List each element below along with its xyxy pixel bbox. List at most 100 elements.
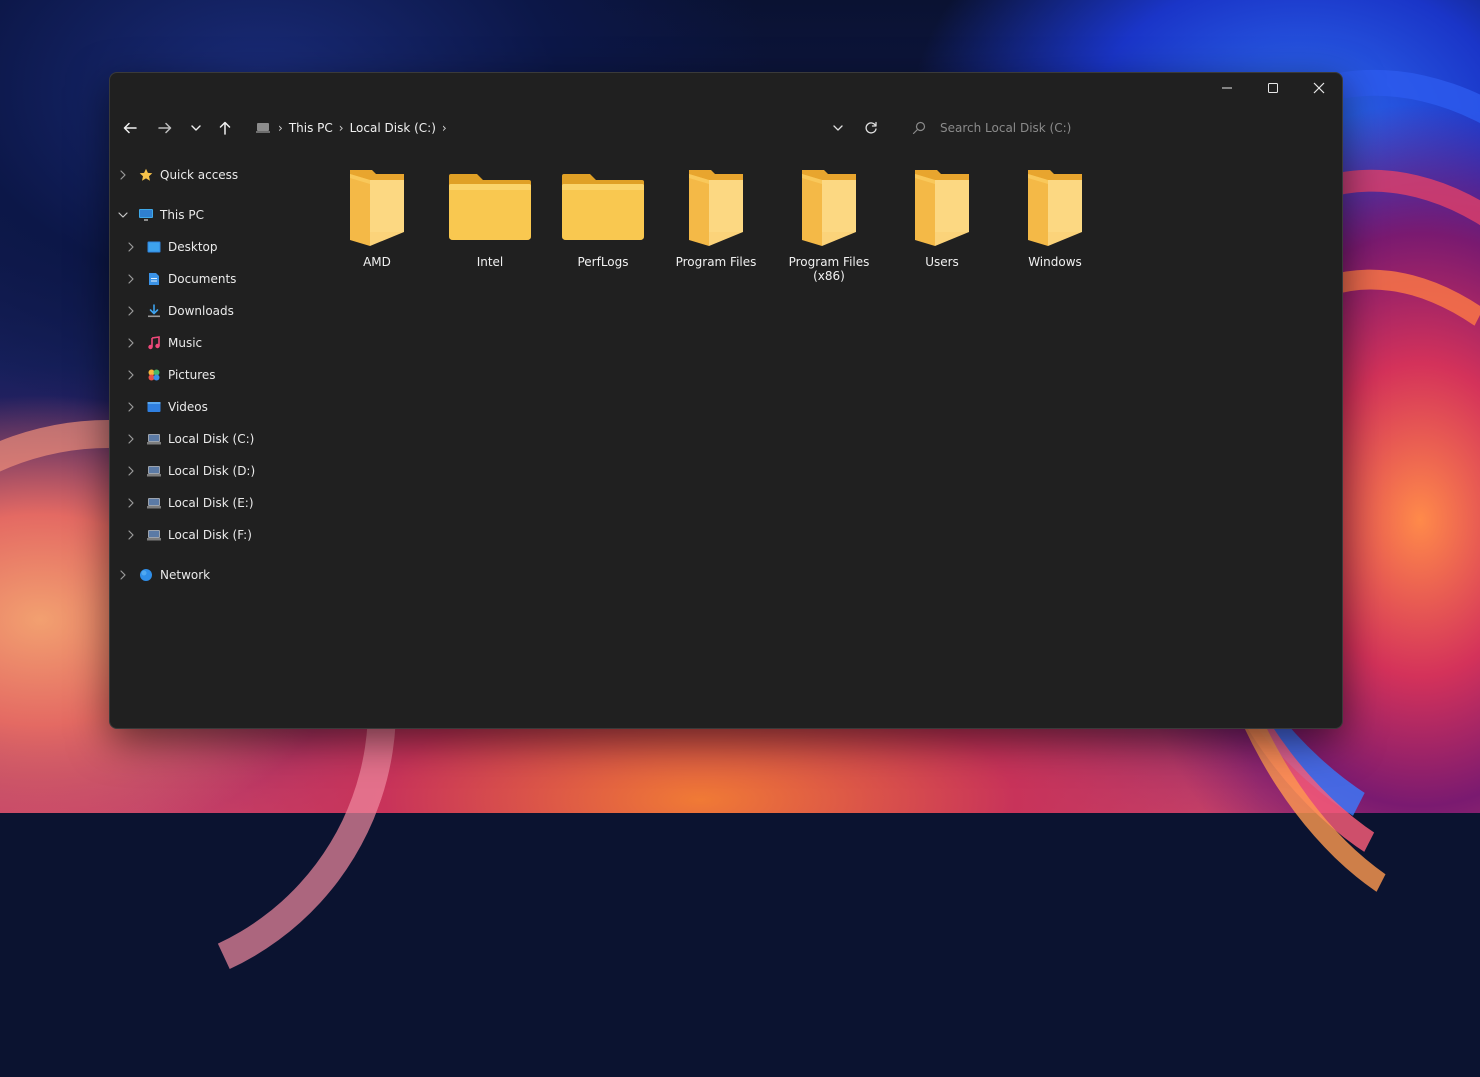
sidebar-item-documents[interactable]: Documents	[124, 267, 236, 291]
sidebar-item-label: Desktop	[168, 240, 218, 254]
chevron-right-icon[interactable]	[116, 170, 130, 180]
minimize-icon	[1222, 87, 1232, 89]
chevron-right-icon[interactable]	[124, 434, 138, 444]
sidebar-item-label: Music	[168, 336, 203, 350]
folder-item[interactable]: AMD	[327, 163, 427, 269]
chevron-right-icon[interactable]	[124, 466, 138, 476]
folder-icon	[892, 163, 992, 251]
sidebar-item-local-disk-c[interactable]: Local Disk (C:)	[124, 427, 254, 451]
chevron-right-icon[interactable]	[124, 338, 138, 348]
breadcrumb-separator[interactable]: ›	[337, 121, 346, 135]
arrow-right-icon	[158, 122, 172, 134]
breadcrumb-local-disk-c[interactable]: Local Disk (C:)	[346, 121, 440, 135]
chevron-right-icon[interactable]	[116, 570, 130, 580]
close-icon	[1313, 82, 1325, 94]
sidebar-item-downloads[interactable]: Downloads	[124, 299, 234, 323]
sidebar-item-label: This PC	[160, 208, 204, 222]
network-globe-icon	[138, 567, 154, 583]
forward-button[interactable]	[153, 116, 177, 140]
folder-icon	[1005, 163, 1105, 251]
sidebar-item-quick-access[interactable]: Quick access	[116, 163, 238, 187]
folder-name: Program Files (x86)	[788, 255, 870, 283]
window-controls	[1204, 73, 1342, 103]
back-button[interactable]	[118, 116, 142, 140]
chevron-right-icon[interactable]	[124, 370, 138, 380]
folder-item[interactable]: Intel	[440, 163, 540, 269]
sidebar-item-desktop[interactable]: Desktop	[124, 235, 218, 259]
folder-name: Intel	[476, 255, 504, 269]
sidebar-item-local-disk-e[interactable]: Local Disk (E:)	[124, 491, 254, 515]
sidebar-item-videos[interactable]: Videos	[124, 395, 208, 419]
sidebar-item-label: Downloads	[168, 304, 234, 318]
videos-icon	[146, 399, 162, 415]
folder-icon	[666, 163, 766, 251]
folder-item[interactable]: Users	[892, 163, 992, 269]
drive-icon	[146, 495, 162, 511]
address-toolbar: › This PC › Local Disk (C:) › Search Loc…	[110, 111, 1342, 145]
sidebar-item-music[interactable]: Music	[124, 331, 202, 355]
chevron-down-icon[interactable]	[116, 211, 130, 219]
drive-icon	[146, 463, 162, 479]
computer-icon	[138, 207, 154, 223]
folder-name: PerfLogs	[577, 255, 629, 269]
search-placeholder: Search Local Disk (C:)	[940, 121, 1072, 135]
arrow-left-icon	[123, 122, 137, 134]
folder-name: AMD	[363, 255, 391, 269]
chevron-down-icon	[191, 125, 201, 131]
file-explorer-window: › This PC › Local Disk (C:) › Search Loc…	[109, 72, 1343, 729]
chevron-right-icon[interactable]	[124, 402, 138, 412]
sidebar-item-label: Documents	[168, 272, 237, 286]
recent-locations-button[interactable]	[184, 116, 208, 140]
folder-icon	[553, 163, 653, 251]
arrow-up-icon	[219, 121, 231, 135]
sidebar-item-local-disk-d[interactable]: Local Disk (D:)	[124, 459, 255, 483]
folder-item[interactable]: Program Files	[666, 163, 766, 269]
breadcrumb-separator[interactable]: ›	[440, 121, 449, 135]
sidebar-item-label: Local Disk (C:)	[168, 432, 255, 446]
search-icon	[908, 121, 930, 135]
close-button[interactable]	[1296, 73, 1342, 103]
address-history-button[interactable]	[826, 116, 850, 140]
star-icon	[138, 167, 154, 183]
sidebar-item-local-disk-f[interactable]: Local Disk (F:)	[124, 523, 252, 547]
folder-item[interactable]: Program Files (x86)	[779, 163, 879, 283]
minimize-button[interactable]	[1204, 73, 1250, 103]
search-box[interactable]: Search Local Disk (C:)	[908, 115, 1108, 141]
up-button[interactable]	[213, 116, 237, 140]
folder-icon	[327, 163, 427, 251]
sidebar-item-pictures[interactable]: Pictures	[124, 363, 216, 387]
drive-icon	[146, 431, 162, 447]
folder-icon	[440, 163, 540, 251]
sidebar-item-this-pc[interactable]: This PC	[116, 203, 204, 227]
downloads-icon	[146, 303, 162, 319]
chevron-right-icon[interactable]	[124, 274, 138, 284]
breadcrumb-separator[interactable]: ›	[276, 121, 285, 135]
refresh-icon	[865, 121, 877, 134]
folder-name: Users	[925, 255, 959, 269]
sidebar-item-label: Local Disk (F:)	[168, 528, 252, 542]
chevron-right-icon[interactable]	[124, 498, 138, 508]
chevron-right-icon[interactable]	[124, 530, 138, 540]
sidebar-item-label: Local Disk (D:)	[168, 464, 256, 478]
maximize-icon	[1268, 83, 1278, 93]
music-icon	[146, 335, 162, 351]
folder-item[interactable]: PerfLogs	[553, 163, 653, 269]
sidebar-item-label: Videos	[168, 400, 208, 414]
refresh-button[interactable]	[859, 116, 883, 140]
breadcrumb-this-pc[interactable]: This PC	[285, 121, 337, 135]
breadcrumb: › This PC › Local Disk (C:) ›	[256, 116, 449, 140]
sidebar-item-label: Local Disk (E:)	[168, 496, 254, 510]
maximize-button[interactable]	[1250, 73, 1296, 103]
pc-icon[interactable]	[256, 122, 270, 134]
pictures-icon	[146, 367, 162, 383]
drive-icon	[146, 527, 162, 543]
folder-name: Windows	[1028, 255, 1082, 269]
desktop-icon	[146, 239, 162, 255]
chevron-right-icon[interactable]	[124, 306, 138, 316]
chevron-right-icon[interactable]	[124, 242, 138, 252]
sidebar-item-label: Network	[160, 568, 211, 582]
sidebar-item-label: Pictures	[168, 368, 216, 382]
folder-item[interactable]: Windows	[1005, 163, 1105, 269]
documents-icon	[146, 271, 162, 287]
sidebar-item-network[interactable]: Network	[116, 563, 210, 587]
